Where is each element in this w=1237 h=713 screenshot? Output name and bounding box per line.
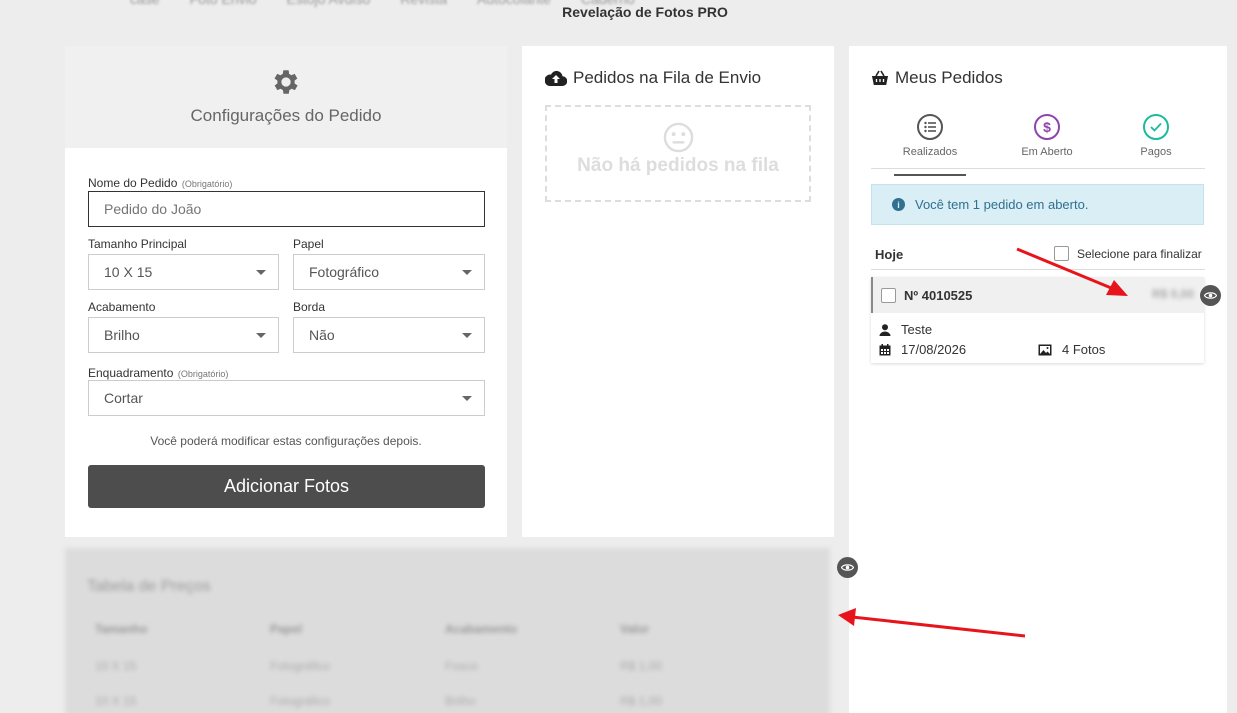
order-customer-name: Teste: [901, 322, 933, 337]
config-hint: Você poderá modificar estas configuraçõe…: [150, 434, 422, 448]
image-icon: [1038, 344, 1052, 355]
order-name-label: Nome do Pedido (Obrigatório): [88, 176, 233, 190]
my-orders-card: Meus Pedidos Realizados $ Em Aberto Pago…: [849, 46, 1227, 713]
chevron-down-icon: [462, 396, 472, 401]
add-photos-button[interactable]: Adicionar Fotos: [88, 465, 485, 508]
border-select-value: Não: [309, 327, 335, 343]
queue-card: Pedidos na Fila de Envio Não há pedidos …: [522, 46, 834, 537]
orders-title: Meus Pedidos: [895, 68, 1003, 87]
calendar-icon: [879, 343, 891, 355]
price-table-title: Tabela de Preços: [87, 578, 211, 595]
alert-text: Você tem 1 pedido em aberto.: [915, 197, 1089, 212]
size-label: Tamanho Principal: [88, 237, 187, 251]
framing-select[interactable]: Cortar: [88, 380, 485, 416]
framing-select-value: Cortar: [104, 390, 143, 406]
table-row: 10 X 15 Fotográfico Fosco R$ 1,00: [95, 659, 663, 673]
config-title: Configurações do Pedido: [190, 106, 382, 125]
order-date-value: 17/08/2026: [901, 342, 967, 357]
tab-pagos[interactable]: Pagos: [1131, 114, 1181, 158]
chevron-down-icon: [462, 333, 472, 338]
queue-header: Pedidos na Fila de Envio: [545, 68, 761, 88]
required-tag: (Obrigatório): [181, 179, 233, 189]
paper-select[interactable]: Fotográfico: [293, 254, 485, 290]
eye-icon[interactable]: [1200, 285, 1221, 306]
user-icon: [879, 323, 891, 336]
paper-select-value: Fotográfico: [309, 264, 380, 280]
today-heading: Hoje: [875, 247, 904, 262]
list-icon: [917, 114, 943, 140]
order-number: Nº 4010525: [904, 287, 973, 303]
tab-label: Realizados: [902, 146, 958, 158]
required-tag: (Obrigatório): [177, 369, 229, 379]
chevron-down-icon: [462, 270, 472, 275]
border-label: Borda: [293, 300, 326, 314]
dollar-icon: $: [1034, 114, 1060, 140]
tab-label: Em Aberto: [1021, 146, 1073, 158]
tab-em-aberto[interactable]: $ Em Aberto: [1017, 114, 1077, 158]
orders-tabs: Realizados $ Em Aberto Pagos: [871, 114, 1205, 176]
paper-label: Papel: [293, 237, 324, 251]
orders-header: Meus Pedidos: [871, 68, 1003, 88]
order-photos: 4 Fotos: [1038, 342, 1105, 357]
select-all-label: Selecione para finalizar: [1077, 246, 1202, 261]
order-header: Nº 4010525 R$ 0,00: [871, 277, 1204, 313]
page-subtitle: Revelação de Fotos PRO: [562, 4, 728, 20]
empty-queue-box: Não há pedidos na fila: [545, 105, 811, 202]
select-all-checkbox[interactable]: [1054, 246, 1069, 261]
chevron-down-icon: [256, 270, 266, 275]
empty-queue-text: Não há pedidos na fila: [577, 155, 779, 176]
order-name-input[interactable]: [88, 191, 485, 227]
tab-label: Pagos: [1140, 146, 1172, 158]
price-table-blurred: Tabela de Preços Tamanho Papel Acabament…: [65, 548, 830, 713]
basket-icon: [872, 70, 888, 85]
column-header: Valor: [620, 622, 650, 636]
chevron-down-icon: [256, 333, 266, 338]
gear-icon: [274, 70, 298, 94]
order-config-card: Configurações do Pedido Nome do Pedido (…: [65, 46, 507, 537]
check-icon: [1143, 114, 1169, 140]
select-to-finalize[interactable]: Selecione para finalizar: [1054, 246, 1202, 261]
table-row: 10 X 15 Fotográfico Brilho R$ 1,00: [95, 694, 663, 708]
finish-select[interactable]: Brilho: [88, 317, 279, 353]
open-orders-alert: i Você tem 1 pedido em aberto.: [871, 184, 1204, 225]
column-header: Papel: [270, 622, 303, 636]
neutral-face-icon: [663, 122, 694, 153]
cloud-upload-icon: [545, 70, 567, 86]
config-header: Configurações do Pedido: [65, 46, 507, 148]
finish-select-value: Brilho: [104, 327, 140, 343]
size-select[interactable]: 10 X 15: [88, 254, 279, 290]
order-photos-count: 4 Fotos: [1062, 342, 1106, 357]
price-table-header: Tamanho Papel Acabamento Valor: [95, 622, 795, 636]
tab-realizados[interactable]: Realizados: [894, 114, 966, 176]
order-checkbox[interactable]: [881, 287, 896, 303]
order-card[interactable]: Nº 4010525 R$ 0,00 Teste 17/08/2026 4 Fo…: [871, 277, 1204, 363]
divider: [871, 269, 1205, 270]
border-select[interactable]: Não: [293, 317, 485, 353]
column-header: Tamanho: [95, 622, 148, 636]
finish-label: Acabamento: [88, 300, 156, 314]
info-icon: i: [892, 198, 905, 211]
order-date: 17/08/2026: [879, 342, 966, 357]
eye-icon[interactable]: [837, 557, 858, 578]
queue-title: Pedidos na Fila de Envio: [573, 68, 762, 87]
size-select-value: 10 X 15: [104, 264, 153, 280]
column-header: Acabamento: [445, 622, 518, 636]
order-customer: Teste: [879, 322, 932, 337]
order-price: R$ 0,00: [1151, 287, 1194, 301]
